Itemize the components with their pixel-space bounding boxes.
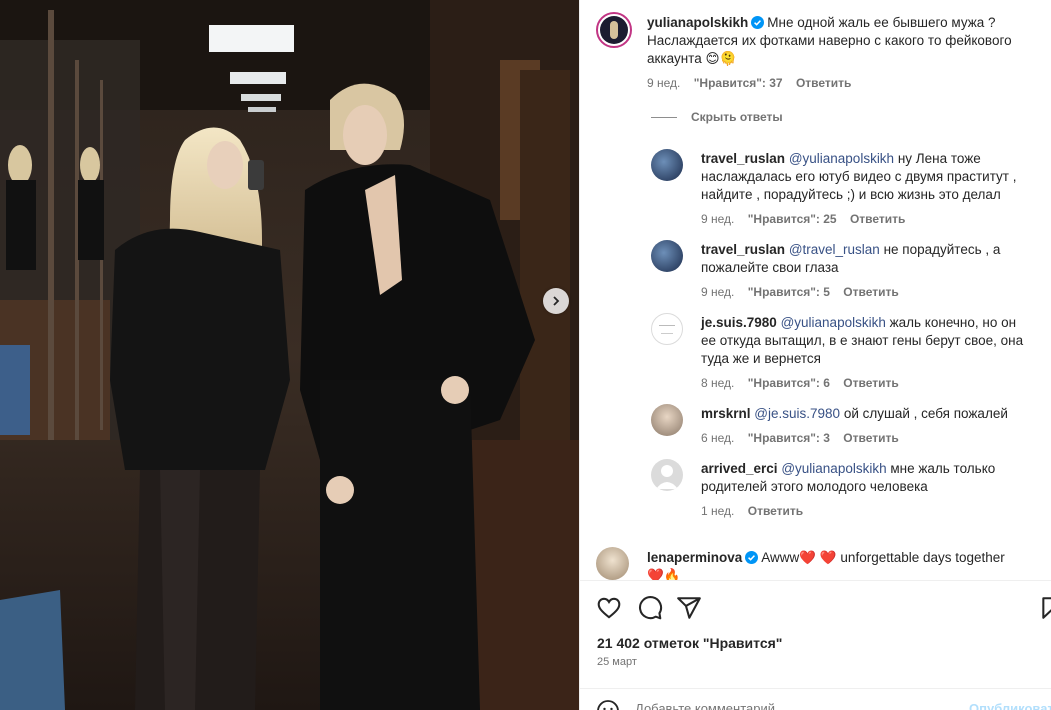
avatar[interactable] (651, 240, 683, 272)
publish-button[interactable]: Опубликовать (969, 701, 1051, 710)
reply-line: жаль конечно, но он (889, 315, 1017, 330)
caption-line-1: Мне одной жаль ее бывшего мужа ? (767, 15, 996, 30)
comment-time: 9 нед. (647, 76, 681, 90)
avatar[interactable] (596, 547, 629, 580)
reply-line: мне жаль только (890, 461, 996, 476)
reply-likes[interactable]: "Нравится": 25 (748, 212, 837, 226)
reply-button[interactable]: Ответить (843, 431, 898, 445)
reply-time: 1 нед. (701, 504, 735, 518)
reply-line: ее откуда вытащил, в е знают гены берут … (701, 333, 1024, 348)
reply-line: не порадуйтесь , а (883, 242, 1001, 257)
heart-icon[interactable] (596, 595, 622, 621)
share-icon[interactable] (676, 595, 702, 621)
likes-count[interactable]: 21 402 отметок "Нравится" (597, 635, 782, 651)
post-photo (0, 0, 579, 710)
reply-meta: 9 нед. "Нравится": 5 Ответить (701, 285, 909, 299)
reply-likes[interactable]: "Нравится": 3 (748, 431, 830, 445)
reply-time: 6 нед. (701, 431, 735, 445)
comments-panel: yulianapolskikh Мне одной жаль ее бывшего… (579, 0, 1051, 710)
reply-mention[interactable]: @yulianapolskikh (781, 315, 886, 330)
reply-text: travel_ruslan @yulianapolskikh ну Лена т… (701, 150, 1046, 204)
reply-line: найдите , порадуйтесь ;) и всю жизнь это… (701, 187, 1001, 202)
reply-likes[interactable]: "Нравится": 5 (748, 285, 830, 299)
reply-text: je.suis.7980 @yulianapolskikh жаль конеч… (701, 314, 1046, 368)
divider-line (651, 117, 677, 118)
reply-text: arrived_erci @yulianapolskikh мне жаль т… (701, 460, 1046, 496)
comment-author[interactable]: lenaperminova (647, 550, 742, 565)
reply-author[interactable]: travel_ruslan (701, 151, 785, 166)
chevron-right-icon (553, 296, 560, 306)
next-photo-button[interactable] (543, 288, 569, 314)
reply-button[interactable]: Ответить (796, 76, 851, 90)
bookmark-icon[interactable] (1039, 595, 1051, 621)
comment-icon[interactable] (637, 595, 663, 621)
reply-time: 8 нед. (701, 376, 735, 390)
comment-likes[interactable]: "Нравится": 37 (694, 76, 783, 90)
reply-line: ну Лена тоже (897, 151, 981, 166)
reply-button[interactable]: Ответить (748, 504, 803, 518)
emoji-icon[interactable] (596, 699, 620, 710)
comment-text: lenaperminova Awww❤️ ❤️ unforgettable day… (647, 549, 1042, 580)
reply-line: родителей этого молодого человека (701, 479, 928, 494)
reply-author[interactable]: arrived_erci (701, 461, 778, 476)
add-comment-input[interactable] (635, 701, 915, 710)
photo-image (0, 0, 579, 710)
comment-author[interactable]: yulianapolskikh (647, 15, 748, 30)
hide-replies-button[interactable]: Скрыть ответы (691, 110, 783, 124)
reply-mention[interactable]: @yulianapolskikh (781, 461, 886, 476)
reply-time: 9 нед. (701, 285, 735, 299)
reply-line: ой слушай , себя пожалей (843, 406, 1008, 421)
main-comment-text: yulianapolskikh Мне одной жаль ее бывшего… (647, 14, 1042, 68)
avatar[interactable] (651, 404, 683, 436)
reply-line: пожалейте свои глаза (701, 260, 839, 275)
reply-author[interactable]: travel_ruslan (701, 242, 785, 257)
caption-line-3: аккаунта 😊🫠 (647, 51, 737, 66)
avatar[interactable] (651, 459, 683, 491)
comment-line: ❤️🔥 (647, 568, 681, 580)
reply-author[interactable]: je.suis.7980 (701, 315, 777, 330)
reply-meta: 6 нед. "Нравится": 3 Ответить (701, 431, 909, 445)
reply-meta: 1 нед. Ответить (701, 504, 813, 518)
reply-line: туда же и вернется (701, 351, 821, 366)
reply-meta: 9 нед. "Нравится": 25 Ответить (701, 212, 915, 226)
reply-button[interactable]: Ответить (843, 285, 898, 299)
reply-text: mrskrnl @je.suis.7980 ой слушай , себя п… (701, 405, 1046, 423)
post-date: 25 март (597, 656, 637, 668)
reply-button[interactable]: Ответить (843, 376, 898, 390)
reply-likes[interactable]: "Нравится": 6 (748, 376, 830, 390)
verified-icon (745, 551, 759, 564)
verified-icon (751, 16, 765, 29)
reply-mention[interactable]: @yulianapolskikh (789, 151, 894, 166)
reply-author[interactable]: mrskrnl (701, 406, 751, 421)
avatar[interactable] (651, 149, 683, 181)
comments-list: yulianapolskikh Мне одной жаль ее бывшего… (580, 0, 1051, 580)
reply-meta: 8 нед. "Нравится": 6 Ответить (701, 376, 909, 390)
reply-mention[interactable]: @je.suis.7980 (754, 406, 840, 421)
default-avatar-icon (656, 465, 678, 489)
add-comment-row: Опубликовать (580, 688, 1051, 710)
main-comment-meta: 9 нед. "Нравится": 37 Ответить (647, 76, 861, 90)
reply-text: travel_ruslan @travel_ruslan не порадуйт… (701, 241, 1046, 277)
avatar[interactable] (596, 12, 632, 48)
comment-line: Awww❤️ ❤️ unforgettable days together (761, 550, 1005, 565)
reply-mention[interactable]: @travel_ruslan (789, 242, 880, 257)
avatar[interactable] (651, 313, 683, 345)
caption-line-2: Наслаждается их фотками наверно с какого… (647, 33, 1012, 48)
reply-button[interactable]: Ответить (850, 212, 905, 226)
reply-line: наслаждалась его ютуб видео с двумя прас… (701, 169, 1017, 184)
reply-time: 9 нед. (701, 212, 735, 226)
